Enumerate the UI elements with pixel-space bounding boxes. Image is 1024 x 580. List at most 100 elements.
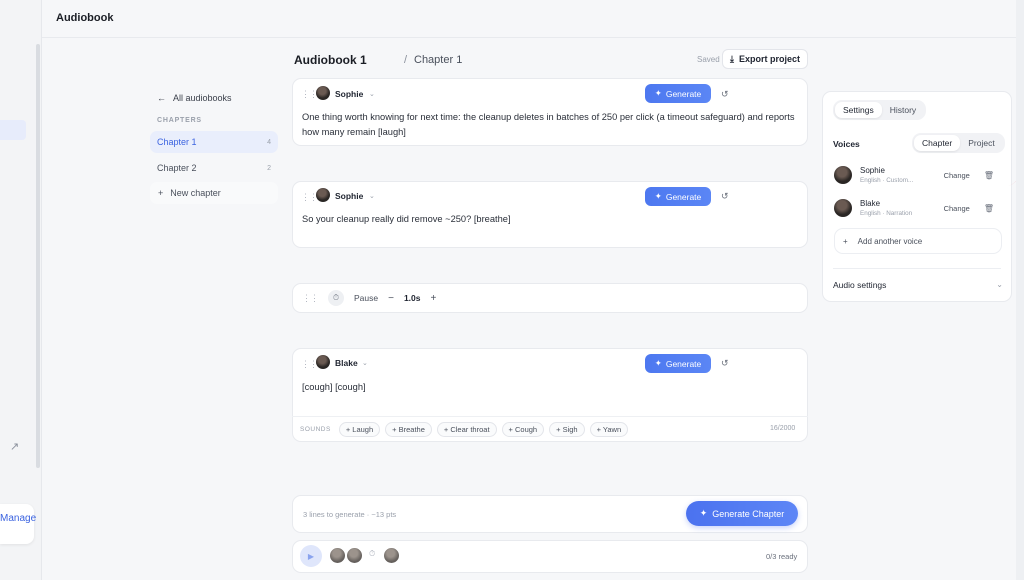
speaker-name[interactable]: Sophie xyxy=(335,89,363,99)
generate-label: Generate xyxy=(665,358,702,369)
generate-chapter-label: Generate Chapter xyxy=(712,508,785,519)
character-count: 16/2000 xyxy=(770,425,796,432)
change-voice-button[interactable]: Change xyxy=(944,204,970,213)
avatar[interactable] xyxy=(330,548,345,563)
voice-description: English · Narration xyxy=(860,210,913,217)
new-chapter-button[interactable]: + New chapter xyxy=(150,182,278,204)
voice-description: English · Custom... xyxy=(860,177,914,184)
plus-icon: + xyxy=(158,188,164,198)
line-text[interactable]: So your cleanup really did remove ~250? … xyxy=(302,212,802,227)
sound-chip-breathe[interactable]: + Breathe xyxy=(385,422,432,437)
avatar xyxy=(316,355,330,369)
line-text[interactable]: One thing worth knowing for next time: t… xyxy=(302,110,802,140)
avatar xyxy=(316,86,330,100)
panel-tabs: Settings History xyxy=(833,100,927,120)
external-link-icon[interactable]: ↗ xyxy=(10,440,24,454)
download-icon: ⤓ xyxy=(730,53,734,64)
export-label: Export project xyxy=(738,54,800,64)
trash-icon[interactable]: 🗑 xyxy=(984,171,994,180)
chapter-count: 4 xyxy=(267,138,271,146)
sparkle-icon: ✦ xyxy=(699,508,708,518)
chapters-heading: CHAPTERS xyxy=(157,117,202,124)
generate-button[interactable]: ✦ Generate xyxy=(645,84,711,103)
export-project-button[interactable]: ⤓ Export project xyxy=(722,49,808,69)
history-icon[interactable]: ↺ xyxy=(721,89,729,100)
decrease-pause-button[interactable]: − xyxy=(388,293,394,304)
voice-row-blake: Blake English · Narration Change 🗑 xyxy=(834,195,1002,221)
chapter-label: Chapter 2 xyxy=(157,163,197,173)
history-icon[interactable]: ↺ xyxy=(721,358,729,369)
avatar[interactable] xyxy=(347,548,362,563)
avatar xyxy=(834,199,852,217)
add-voice-label: Add another voice xyxy=(857,236,923,246)
voice-row-sophie: Sophie English · Custom... Change 🗑 xyxy=(834,162,1002,188)
tab-chapter[interactable]: Chapter xyxy=(914,135,961,151)
avatar xyxy=(834,166,852,184)
history-icon[interactable]: ↺ xyxy=(721,191,729,202)
generate-label: Generate xyxy=(665,88,702,99)
generate-button[interactable]: ✦ Generate xyxy=(645,187,711,206)
sound-chip-sigh[interactable]: + Sigh xyxy=(549,422,585,437)
tab-history[interactable]: History xyxy=(882,102,924,118)
audio-settings-toggle[interactable]: Audio settings ⌄ xyxy=(833,280,1003,290)
sound-chip-yawn[interactable]: + Yawn xyxy=(589,422,629,437)
tab-settings[interactable]: Settings xyxy=(835,102,882,118)
sound-chip-cough[interactable]: + Cough xyxy=(501,422,545,437)
avatar xyxy=(316,188,330,202)
add-voice-button[interactable]: + Add another voice xyxy=(834,228,1002,254)
new-chapter-label: New chapter xyxy=(170,188,221,198)
pause-marker-icon[interactable]: ⏱ xyxy=(369,549,375,559)
chevron-down-icon[interactable]: ⌄ xyxy=(369,192,375,200)
sound-chip-clear-throat[interactable]: + Clear throat xyxy=(436,422,497,437)
chapter-item-1[interactable]: Chapter 1 4 xyxy=(150,131,278,153)
sidebar-scrollbar[interactable] xyxy=(36,44,40,468)
generation-summary: 3 lines to generate · ~13 pts xyxy=(303,510,397,519)
window-edge xyxy=(1016,0,1024,580)
play-button[interactable]: ▶ xyxy=(300,545,322,567)
increase-pause-button[interactable]: + xyxy=(431,293,437,304)
chapter-count: 2 xyxy=(267,164,271,172)
chevron-down-icon[interactable]: ⌄ xyxy=(369,90,375,98)
sparkle-icon: ✦ xyxy=(654,88,662,98)
tab-project[interactable]: Project xyxy=(960,135,1002,151)
chapter-item-2[interactable]: Chapter 2 2 xyxy=(150,157,278,179)
chevron-down-icon[interactable]: ⌄ xyxy=(362,359,368,367)
manage-link[interactable]: Manage xyxy=(0,513,36,524)
timer-icon: ⏱ xyxy=(328,290,344,306)
breadcrumb-chapter[interactable]: Chapter 1 xyxy=(414,54,462,66)
drag-handle-icon[interactable]: ⋮⋮ xyxy=(302,293,319,304)
plus-icon: + xyxy=(843,236,848,246)
generate-label: Generate xyxy=(665,191,702,202)
sounds-bar: SOUNDS + Laugh + Breathe + Clear throat … xyxy=(292,416,808,442)
generate-chapter-button[interactable]: ✦ Generate Chapter xyxy=(686,501,798,526)
generate-button[interactable]: ✦ Generate xyxy=(645,354,711,373)
line-text[interactable]: [cough] [cough] xyxy=(302,380,802,395)
avatar[interactable] xyxy=(384,548,399,563)
app-title: Audiobook xyxy=(56,12,114,24)
pause-value: 1.0s xyxy=(403,293,421,303)
voices-heading: Voices xyxy=(833,139,860,149)
all-audiobooks-link[interactable]: ← All audiobooks xyxy=(157,93,232,103)
drag-handle-icon[interactable]: ⋮⋮ xyxy=(301,359,318,370)
app-sidebar xyxy=(0,0,42,580)
trash-icon[interactable]: 🗑 xyxy=(984,204,994,213)
drag-handle-icon[interactable]: ⋮⋮ xyxy=(301,89,318,100)
sound-chip-laugh[interactable]: + Laugh xyxy=(338,422,381,437)
play-icon: ▶ xyxy=(307,551,315,561)
chevron-down-icon: ⌄ xyxy=(996,280,1003,289)
sparkle-icon: ✦ xyxy=(654,358,662,368)
pause-block[interactable]: ⋮⋮ ⏱ Pause − 1.0s + xyxy=(292,283,808,313)
saved-status: Saved xyxy=(697,55,720,64)
voice-name: Sophie xyxy=(860,166,885,175)
top-bar xyxy=(42,0,1024,38)
drag-handle-icon[interactable]: ⋮⋮ xyxy=(301,192,318,203)
sounds-label: SOUNDS xyxy=(300,426,331,433)
speaker-name[interactable]: Sophie xyxy=(335,191,363,201)
manage-card xyxy=(0,504,34,544)
pause-label: Pause xyxy=(354,293,379,303)
sidebar-active-marker[interactable] xyxy=(0,120,26,140)
change-voice-button[interactable]: Change xyxy=(944,171,970,180)
back-label: All audiobooks xyxy=(173,93,232,103)
book-title[interactable]: Audiobook 1 xyxy=(294,53,367,67)
speaker-name[interactable]: Blake xyxy=(335,358,358,368)
